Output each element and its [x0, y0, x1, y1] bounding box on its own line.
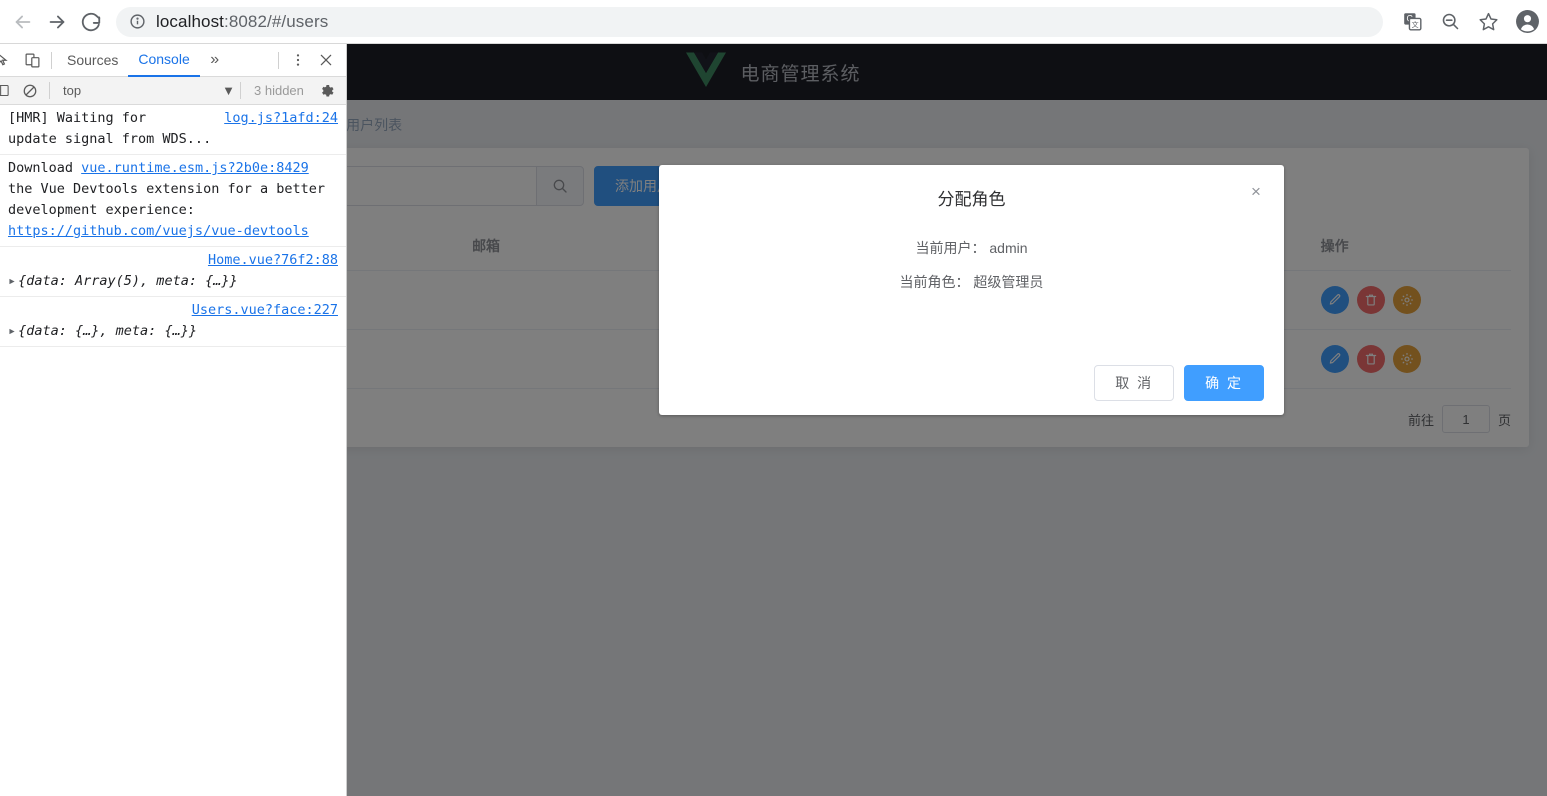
tab-sources[interactable]: Sources	[57, 44, 128, 77]
back-button[interactable]	[6, 5, 40, 39]
toolbar-divider	[278, 51, 279, 69]
expand-arrow-icon[interactable]: ▸	[8, 323, 16, 339]
translate-icon[interactable]: G 文	[1393, 5, 1431, 39]
kebab-menu-icon[interactable]	[284, 46, 312, 74]
console-sidebar-icon[interactable]	[0, 77, 16, 105]
toolbar-divider	[240, 82, 241, 99]
current-user-text: 当前用户： admin	[915, 240, 1028, 256]
reload-button[interactable]	[74, 5, 108, 39]
log-source-link[interactable]: Users.vue?face:227	[192, 302, 338, 318]
url-text: localhost:8082/#/users	[156, 11, 329, 31]
console-settings-gear-icon[interactable]	[312, 77, 340, 105]
expand-arrow-icon[interactable]: ▸	[8, 273, 16, 289]
console-log-entry: Users.vue?face:227 ▸ {data: {…}, meta: {……	[0, 297, 346, 347]
chevron-down-icon: ▼	[222, 83, 235, 98]
zoom-out-icon[interactable]	[1431, 5, 1469, 39]
log-source-link[interactable]: Home.vue?76f2:88	[208, 252, 338, 268]
context-selector[interactable]: top ▼	[55, 83, 235, 98]
site-info-icon[interactable]	[128, 13, 146, 31]
forward-button[interactable]	[40, 5, 74, 39]
confirm-button[interactable]: 确 定	[1184, 365, 1264, 401]
device-toolbar-icon[interactable]	[18, 46, 46, 74]
profile-avatar-icon[interactable]	[1507, 0, 1547, 44]
more-tabs-icon[interactable]: »	[200, 46, 230, 74]
address-bar[interactable]: localhost:8082/#/users	[116, 6, 1383, 37]
dialog-footer: 取 消 确 定	[1094, 365, 1264, 401]
browser-actions: G 文	[1393, 0, 1547, 44]
dialog-title: 分配角色	[937, 190, 1006, 209]
tab-console[interactable]: Console	[128, 44, 200, 77]
log-object-preview[interactable]: {data: {…}, meta: {…}}	[18, 323, 197, 339]
console-filter-bar: top ▼ 3 hidden	[0, 77, 346, 105]
browser-toolbar: localhost:8082/#/users G 文	[0, 0, 1547, 44]
log-text: update signal from WDS...	[8, 131, 212, 147]
console-log-entry: Home.vue?76f2:88 ▸ {data: Array(5), meta:…	[0, 247, 346, 297]
toolbar-divider	[51, 51, 52, 69]
console-log-list: log.js?1afd:24 [HMR] Waiting for update …	[0, 105, 346, 796]
log-external-link[interactable]: https://github.com/vuejs/vue-devtools	[8, 223, 309, 239]
devtools-tabbar: Sources Console »	[0, 44, 346, 77]
assign-role-dialog: 分配角色 × 当前用户： admin 当前角色： 超级管理员 取 消 确 定	[659, 165, 1284, 415]
console-log-entry: log.js?1afd:24 [HMR] Waiting for update …	[0, 105, 346, 155]
log-text: Download	[8, 160, 74, 176]
dialog-header: 分配角色 ×	[659, 165, 1284, 220]
cancel-button[interactable]: 取 消	[1094, 365, 1175, 401]
log-source-link[interactable]: log.js?1afd:24	[224, 108, 338, 129]
log-text: the Vue Devtools extension for a better …	[8, 181, 325, 218]
log-text: [HMR] Waiting for	[8, 110, 147, 126]
svg-text:文: 文	[1411, 20, 1418, 29]
log-object-preview[interactable]: {data: Array(5), meta: {…}}	[18, 273, 237, 289]
devtools-panel: Sources Console » top ▼ 3 hidden log.js?…	[0, 44, 347, 796]
hidden-messages-count: 3 hidden	[254, 83, 304, 98]
dialog-body: 当前用户： admin 当前角色： 超级管理员	[659, 220, 1284, 292]
toolbar-divider	[49, 82, 50, 99]
current-role-text: 当前角色： 超级管理员	[899, 274, 1044, 290]
close-icon[interactable]: ×	[1246, 181, 1266, 201]
clear-console-icon[interactable]	[16, 77, 44, 105]
log-source-link[interactable]: vue.runtime.esm.js?2b0e:8429	[81, 160, 309, 176]
bookmark-star-icon[interactable]	[1469, 5, 1507, 39]
close-devtools-icon[interactable]	[312, 46, 340, 74]
inspect-element-icon[interactable]	[0, 46, 18, 74]
context-label: top	[63, 83, 82, 98]
console-log-entry: Download vue.runtime.esm.js?2b0e:8429 th…	[0, 155, 346, 247]
